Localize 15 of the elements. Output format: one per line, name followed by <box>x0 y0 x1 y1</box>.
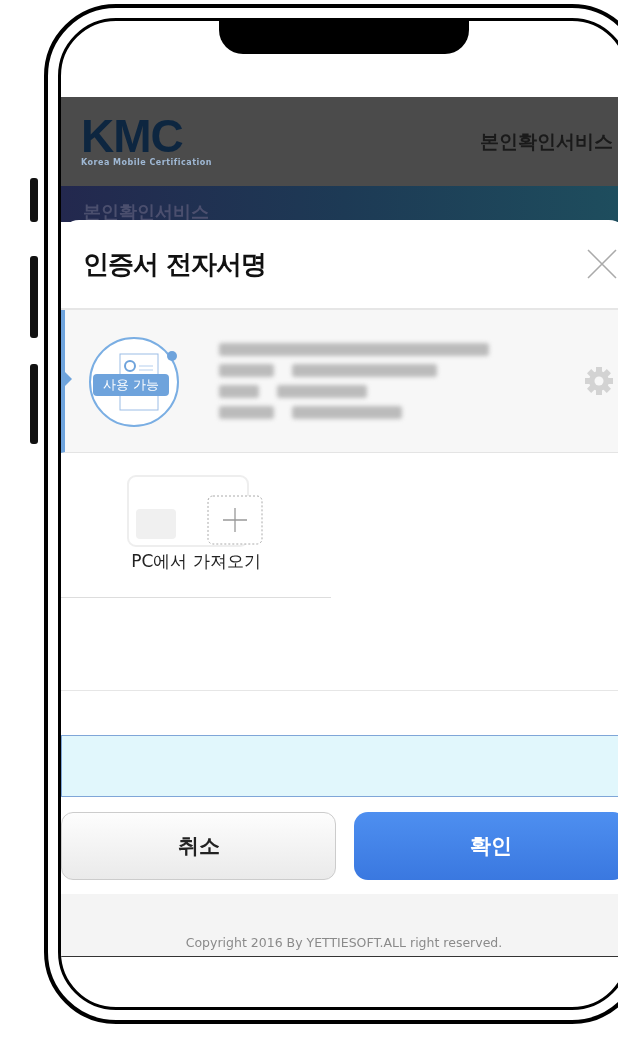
status-badge: 사용 가능 <box>93 373 170 396</box>
logo: KMC <box>81 116 183 156</box>
password-field[interactable] <box>61 735 618 797</box>
import-from-pc-button[interactable]: PC에서 가져오기 <box>126 474 266 573</box>
copyright-text: Copyright 2016 By YETTIESOFT.ALL right reserved. <box>185 935 503 950</box>
redacted-text <box>219 406 274 419</box>
dialog-title: 인증서 전자서명 <box>83 247 267 281</box>
redacted-text <box>219 385 259 398</box>
close-icon[interactable] <box>585 247 618 281</box>
logo-tagline: Korea Mobile Certification <box>81 158 212 167</box>
settings-icon[interactable] <box>584 366 614 396</box>
redacted-text <box>219 364 274 377</box>
cancel-button[interactable]: 취소 <box>61 812 336 880</box>
confirm-button[interactable]: 확인 <box>354 812 618 880</box>
selection-pointer-icon <box>65 372 72 386</box>
